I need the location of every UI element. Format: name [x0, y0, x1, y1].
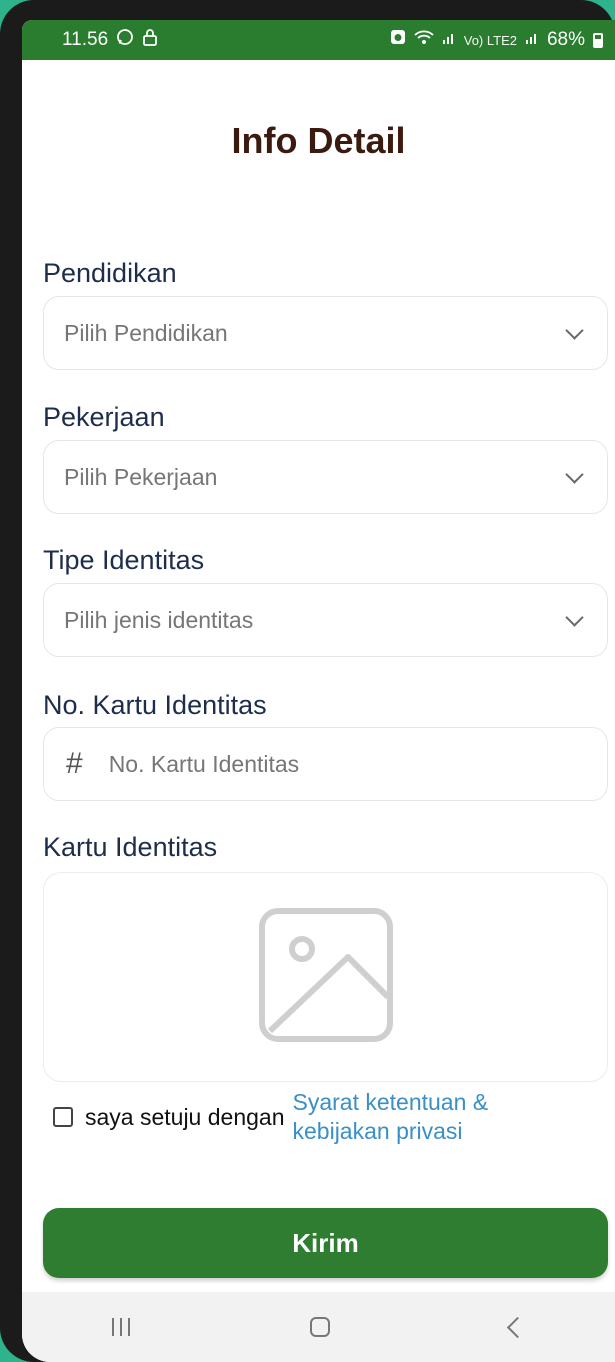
occupation-select[interactable]: Pilih Pekerjaan: [43, 440, 608, 514]
consent-row: saya setuju dengan Syarat ketentuan & ke…: [53, 1088, 553, 1146]
identity-type-label: Tipe Identitas: [43, 545, 205, 575]
battery-percent: 68%: [546, 29, 585, 50]
hash-icon: #: [66, 747, 83, 780]
identity-type-select[interactable]: Pilih jenis identitas: [43, 583, 608, 657]
identity-type-placeholder: Pilih jenis identitas: [64, 606, 254, 633]
education-label: Pendidikan: [43, 258, 177, 288]
occupation-placeholder: Pilih Pekerjaan: [64, 463, 218, 490]
education-select[interactable]: Pilih Pendidikan: [43, 296, 608, 370]
page-title: Info Detail: [231, 120, 406, 161]
chevron-down-icon: [565, 464, 584, 484]
identity-number-input[interactable]: # No. Kartu Identitas: [43, 727, 608, 801]
occupation-label: Pekerjaan: [43, 402, 165, 432]
status-left: 11.56: [62, 28, 158, 52]
alarm-icon: [390, 29, 406, 51]
status-bar: 11.56 Vo) LTE2 68%: [22, 20, 615, 60]
screen: 11.56 Vo) LTE2 68% Info Detail Pendidika…: [22, 20, 615, 1362]
submit-button[interactable]: Kirim: [43, 1208, 608, 1278]
signal-icon: [442, 29, 456, 51]
identity-number-label: No. Kartu Identitas: [43, 690, 267, 720]
education-placeholder: Pilih Pendidikan: [64, 319, 228, 346]
terms-link[interactable]: Syarat ketentuan & kebijakan privasi: [293, 1088, 553, 1146]
image-placeholder-icon: [256, 905, 396, 1050]
back-icon[interactable]: [506, 1316, 529, 1338]
recent-apps-icon[interactable]: [112, 1318, 130, 1336]
phone-frame: 11.56 Vo) LTE2 68% Info Detail Pendidika…: [0, 0, 615, 1362]
lock-icon: [142, 28, 158, 52]
status-time: 11.56: [62, 29, 109, 50]
signal-icon-2: [525, 29, 539, 51]
navigation-bar: [22, 1292, 615, 1362]
chevron-down-icon: [565, 607, 584, 627]
home-icon[interactable]: [310, 1317, 330, 1337]
status-right: Vo) LTE2 68%: [390, 29, 603, 51]
volte-label: Vo) LTE2: [463, 32, 517, 48]
identity-card-upload[interactable]: [43, 872, 608, 1082]
whatsapp-icon: [116, 28, 134, 52]
battery-icon: [593, 32, 603, 48]
identity-number-placeholder: No. Kartu Identitas: [108, 750, 300, 777]
wifi-icon: [414, 29, 434, 51]
identity-card-label: Kartu Identitas: [43, 832, 218, 862]
consent-text: saya setuju dengan: [85, 1103, 285, 1130]
chevron-down-icon: [565, 320, 584, 340]
consent-checkbox[interactable]: [53, 1107, 73, 1127]
